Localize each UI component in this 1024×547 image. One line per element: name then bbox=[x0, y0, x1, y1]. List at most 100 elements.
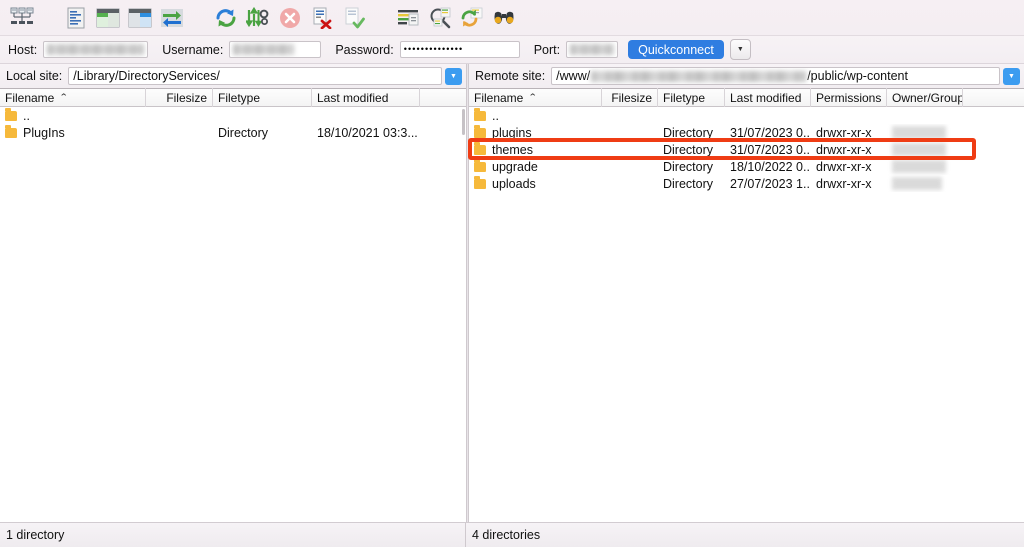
sort-ascending-icon: ⌃ bbox=[59, 92, 68, 103]
filter-icon[interactable] bbox=[393, 3, 423, 33]
process-queue-icon[interactable] bbox=[243, 3, 273, 33]
reconnect-icon[interactable] bbox=[339, 3, 369, 33]
table-row[interactable]: themes Directory 31/07/2023 0... drwxr-x… bbox=[469, 141, 1024, 158]
local-header-spacer bbox=[420, 88, 466, 107]
cancel-icon[interactable] bbox=[275, 3, 305, 33]
refresh-icon[interactable] bbox=[211, 3, 241, 33]
toolbar-separator-1 bbox=[38, 3, 60, 33]
remote-row-filetype: Directory bbox=[658, 124, 725, 141]
remote-file-list[interactable]: .. plugins Directory 31/07/2023 0... bbox=[469, 107, 1024, 522]
site-manager-icon[interactable] bbox=[7, 3, 37, 33]
host-label: Host: bbox=[8, 43, 37, 57]
folder-icon bbox=[474, 162, 486, 172]
table-row[interactable]: .. bbox=[469, 107, 1024, 124]
remote-site-path-input[interactable]: /www/ /public/wp-content bbox=[551, 67, 1000, 85]
filezilla-window: Host: Username: Password: ••••••••••••••… bbox=[0, 0, 1024, 547]
toggle-transfer-queue-icon[interactable] bbox=[157, 3, 187, 33]
chevron-down-icon[interactable]: ▼ bbox=[730, 39, 751, 60]
remote-path-suffix: /public/wp-content bbox=[807, 69, 908, 83]
remote-pane: Remote site: /www/ /public/wp-content ▼ … bbox=[469, 64, 1024, 522]
local-site-path: /Library/DirectoryServices/ bbox=[73, 69, 220, 83]
remote-row-filetype: Directory bbox=[658, 141, 725, 158]
remote-row-ownergroup bbox=[887, 175, 963, 192]
remote-row-lastmodified: 31/07/2023 0... bbox=[725, 124, 811, 141]
quickconnect-button[interactable]: Quickconnect bbox=[628, 40, 724, 59]
remote-row-filename: uploads bbox=[469, 175, 602, 192]
remote-site-bar: Remote site: /www/ /public/wp-content ▼ bbox=[469, 64, 1024, 88]
chevron-down-icon[interactable]: ▼ bbox=[445, 68, 462, 85]
table-row[interactable]: .. bbox=[0, 107, 466, 124]
local-site-path-input[interactable]: /Library/DirectoryServices/ bbox=[68, 67, 442, 85]
folder-icon bbox=[5, 128, 17, 138]
local-row-filesize bbox=[146, 124, 213, 141]
password-input[interactable]: •••••••••••••• bbox=[400, 41, 520, 58]
remote-row-ownergroup bbox=[887, 158, 963, 175]
toggle-remote-tree-icon[interactable] bbox=[125, 3, 155, 33]
remote-site-path: /www/ /public/wp-content bbox=[556, 69, 908, 83]
remote-row-filename-label: .. bbox=[492, 109, 499, 123]
find-files-icon[interactable] bbox=[489, 3, 519, 33]
toolbar-separator-3 bbox=[370, 3, 392, 33]
remote-row-ownergroup bbox=[887, 124, 963, 141]
local-row-filename: .. bbox=[0, 107, 146, 124]
toggle-local-tree-icon[interactable] bbox=[93, 3, 123, 33]
owner-group-redacted bbox=[892, 126, 946, 139]
local-status: 1 directory bbox=[0, 523, 466, 547]
remote-header-permissions[interactable]: Permissions bbox=[811, 88, 887, 107]
remote-row-filesize bbox=[602, 107, 658, 124]
local-header-filesize[interactable]: Filesize bbox=[146, 88, 213, 107]
chevron-down-icon[interactable]: ▼ bbox=[1003, 68, 1020, 85]
remote-column-headers: Filename ⌃ Filesize Filetype Last modifi… bbox=[469, 88, 1024, 107]
remote-row-filesize bbox=[602, 124, 658, 141]
table-row[interactable]: uploads Directory 27/07/2023 1... drwxr-… bbox=[469, 175, 1024, 192]
username-input[interactable] bbox=[229, 41, 321, 58]
remote-row-lastmodified: 18/10/2022 0... bbox=[725, 158, 811, 175]
remote-row-filetype: Directory bbox=[658, 175, 725, 192]
remote-header-ownergroup[interactable]: Owner/Group bbox=[887, 88, 963, 107]
username-label: Username: bbox=[162, 43, 223, 57]
disconnect-icon[interactable] bbox=[307, 3, 337, 33]
remote-row-filename: themes bbox=[469, 141, 602, 158]
remote-path-redacted bbox=[591, 71, 806, 82]
port-value-redacted bbox=[570, 44, 614, 55]
folder-icon bbox=[5, 111, 17, 121]
folder-icon bbox=[474, 179, 486, 189]
local-file-list[interactable]: .. PlugIns Directory 18/10/2021 03:3... bbox=[0, 107, 466, 522]
username-value-redacted bbox=[233, 44, 293, 55]
remote-row-filename-label: plugins bbox=[492, 126, 532, 140]
remote-row-filename: .. bbox=[469, 107, 602, 124]
compare-directories-icon[interactable] bbox=[425, 3, 455, 33]
table-row[interactable]: PlugIns Directory 18/10/2021 03:3... bbox=[0, 124, 466, 141]
host-input[interactable] bbox=[43, 41, 148, 58]
local-scrollbar-thumb[interactable] bbox=[462, 109, 465, 135]
owner-group-redacted bbox=[892, 177, 942, 190]
local-row-filetype: Directory bbox=[213, 124, 312, 141]
remote-row-filesize bbox=[602, 175, 658, 192]
local-row-filename-label: .. bbox=[23, 109, 30, 123]
remote-header-lastmodified[interactable]: Last modified bbox=[725, 88, 811, 107]
toggle-message-log-icon[interactable] bbox=[61, 3, 91, 33]
remote-path-prefix: /www/ bbox=[556, 69, 590, 83]
table-row[interactable]: plugins Directory 31/07/2023 0... drwxr-… bbox=[469, 124, 1024, 141]
password-value: •••••••••••••• bbox=[404, 45, 464, 54]
folder-icon bbox=[474, 128, 486, 138]
folder-icon bbox=[474, 145, 486, 155]
local-row-filename: PlugIns bbox=[0, 124, 146, 141]
remote-row-filesize bbox=[602, 158, 658, 175]
main-toolbar bbox=[0, 0, 1024, 36]
remote-row-filename: plugins bbox=[469, 124, 602, 141]
remote-row-ownergroup bbox=[887, 107, 963, 124]
port-input[interactable] bbox=[566, 41, 618, 58]
local-header-filetype[interactable]: Filetype bbox=[213, 88, 312, 107]
synchronized-browsing-icon[interactable] bbox=[457, 3, 487, 33]
remote-row-filesize bbox=[602, 141, 658, 158]
remote-header-filetype[interactable]: Filetype bbox=[658, 88, 725, 107]
remote-row-permissions: drwxr-xr-x bbox=[811, 158, 887, 175]
remote-status: 4 directories bbox=[466, 523, 1024, 547]
remote-header-filename[interactable]: Filename ⌃ bbox=[469, 88, 602, 107]
local-header-lastmodified[interactable]: Last modified bbox=[312, 88, 420, 107]
table-row[interactable]: upgrade Directory 18/10/2022 0... drwxr-… bbox=[469, 158, 1024, 175]
remote-header-filename-label: Filename bbox=[474, 91, 523, 105]
local-header-filename[interactable]: Filename ⌃ bbox=[0, 88, 146, 107]
remote-header-filesize[interactable]: Filesize bbox=[602, 88, 658, 107]
